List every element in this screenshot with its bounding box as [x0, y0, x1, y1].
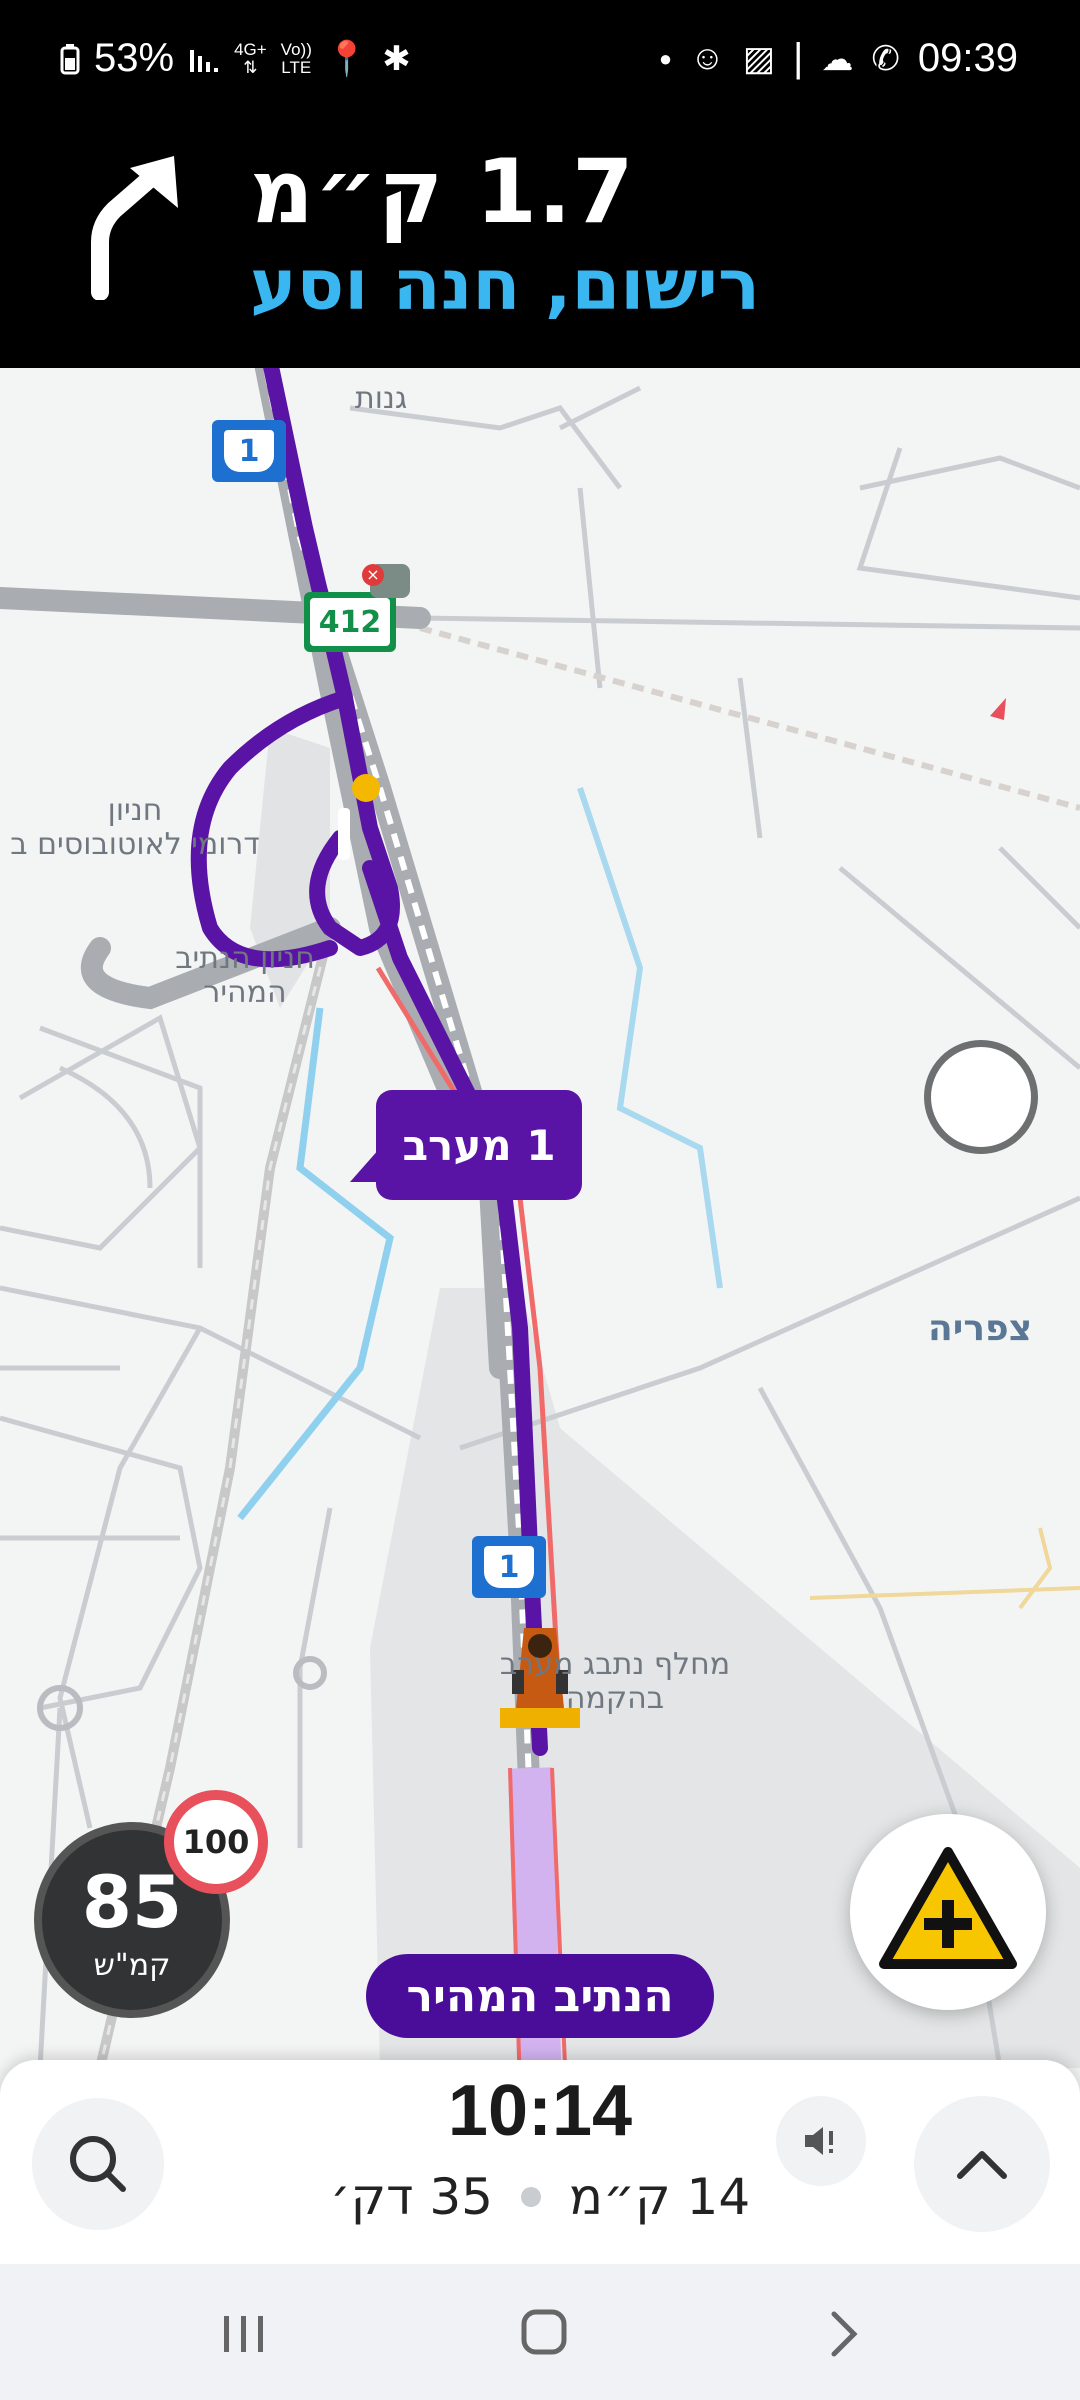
network-type: 4G+ ⇅	[234, 39, 267, 77]
report-hazard-plus-icon	[879, 1847, 1017, 1969]
bluetooth-icon: ✱	[382, 39, 411, 78]
route-name-pill[interactable]: הנתיב המהיר	[366, 1954, 714, 2038]
battery-percent: 53%	[94, 36, 175, 80]
map-canvas	[0, 368, 1080, 2068]
route-412-shield: 412	[304, 592, 396, 652]
volte-indicator: Vo)) LTE	[280, 39, 312, 77]
system-navigation-bar	[0, 2264, 1080, 2400]
whatsapp-icon: ✆	[871, 39, 900, 78]
arrival-time: 10:14	[447, 2071, 633, 2151]
trip-distance: 14 ק״מ	[568, 2168, 751, 2226]
highway-1-shield: 1	[212, 420, 286, 482]
map-label-ganot: גנות	[355, 381, 408, 416]
search-icon	[70, 2136, 126, 2192]
trip-duration: 35 דק׳	[329, 2168, 493, 2226]
next-street-name: רישום, חנה וסע	[250, 244, 761, 326]
search-button[interactable]	[32, 2098, 164, 2230]
recent-apps-icon[interactable]	[220, 2312, 268, 2356]
highway-1-shield-lower: 1	[472, 1536, 546, 1598]
battery-icon	[60, 43, 80, 74]
notification-dot-icon: ●	[658, 45, 673, 71]
trip-info: 14 ק״מ 35 דק׳	[320, 2168, 760, 2226]
speed-limit-sign: 100	[164, 1790, 268, 1894]
sound-button[interactable]	[776, 2096, 866, 2186]
gallery-icon: ▨	[742, 39, 775, 78]
map-label-interchange: מחלף נתבג מערב בהקמה	[499, 1647, 731, 1716]
status-bar: 53% 4G+ ⇅ Vo)) LTE 📍 ✱ ● ☺ ▨ | ☁ ✆ 09:39	[0, 0, 1080, 120]
map-label-tzafria: צפריה	[928, 1308, 1033, 1349]
clock: 09:39	[917, 36, 1018, 80]
back-icon[interactable]	[824, 2308, 864, 2360]
turn-slight-right-icon	[91, 156, 178, 300]
expand-panel-button[interactable]	[914, 2096, 1050, 2232]
map-label-fast-lane-parking: חניון הנתיב המהיר	[175, 941, 315, 1010]
location-icon: 📍	[325, 39, 369, 78]
speed-unit: קמ"ש	[93, 1948, 171, 1983]
map-label-bus-terminal: חניון דרומי לאוטובוסים ב	[10, 793, 260, 862]
separator-dot	[520, 2187, 541, 2207]
chevron-up-icon	[957, 2151, 1007, 2179]
waze-icon: ☺	[690, 39, 725, 77]
signal-icon	[190, 49, 219, 72]
separator: |	[793, 36, 804, 80]
weather-icon: ☁	[821, 40, 854, 77]
map-view[interactable]: גנות חניון דרומי לאוטובוסים ב חניון הנתיב…	[0, 368, 1080, 2068]
sound-alerts-icon	[805, 2127, 833, 2155]
report-button[interactable]	[850, 1814, 1046, 2010]
home-icon[interactable]	[520, 2308, 568, 2356]
compass-icon[interactable]	[924, 1040, 1038, 1154]
route-callout[interactable]: 1 מערב	[350, 1090, 582, 1200]
turn-distance: 1.7 ק״מ	[250, 140, 635, 243]
camera-alert-icon: ×	[362, 564, 384, 586]
